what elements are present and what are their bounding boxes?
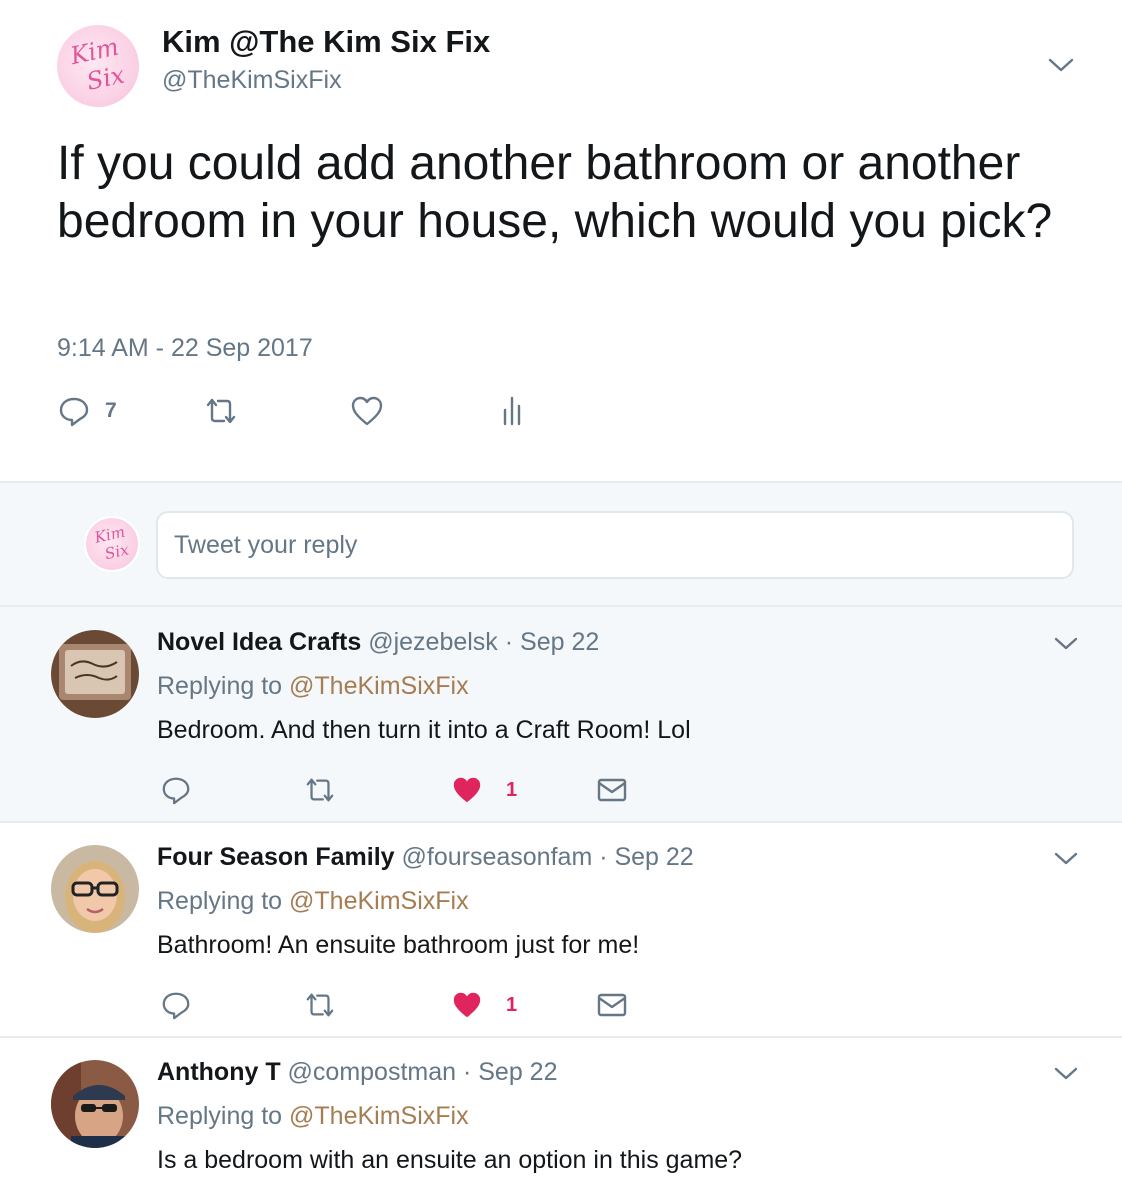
heart-filled-icon <box>453 992 481 1018</box>
retweet-icon <box>306 993 334 1017</box>
chevron-down-icon[interactable] <box>1046 55 1076 75</box>
chevron-down-icon[interactable] <box>1052 850 1080 868</box>
avatar[interactable] <box>51 1060 139 1148</box>
chevron-down-icon[interactable] <box>1052 635 1080 653</box>
anthony-t-avatar <box>51 1060 139 1148</box>
like-count: 1 <box>506 778 518 801</box>
author-handle[interactable]: @TheKimSixFix <box>162 66 342 95</box>
mention-link[interactable]: @TheKimSixFix <box>289 887 469 915</box>
replying-to: Replying to @TheKimSixFix <box>157 672 469 701</box>
reply-button[interactable] <box>160 987 192 1023</box>
direct-message-button[interactable] <box>596 987 628 1023</box>
tweet-actions: 7 <box>57 393 557 429</box>
reply-actions: 1 <box>160 987 640 1021</box>
reply-header: Novel Idea Crafts @jezebelsk · Sep 22 <box>157 628 599 657</box>
envelope-icon <box>597 993 627 1017</box>
mention-link[interactable]: @TheKimSixFix <box>289 672 469 700</box>
reply-tweet[interactable]: Anthony T @compostman · Sep 22 Replying … <box>0 1038 1122 1200</box>
reply-count: 7 <box>105 399 117 422</box>
replying-to: Replying to @TheKimSixFix <box>157 1102 469 1131</box>
reply-composer: Kim Six <box>0 481 1122 607</box>
retweet-icon <box>206 398 236 424</box>
reply-header: Four Season Family @fourseasonfam · Sep … <box>157 843 694 872</box>
chevron-down-icon[interactable] <box>1052 1065 1080 1083</box>
reply-text: Is a bedroom with an ensuite an option i… <box>157 1146 743 1174</box>
like-button[interactable]: 1 <box>450 772 517 808</box>
reply-input[interactable] <box>156 511 1074 579</box>
novel-idea-crafts-avatar <box>51 630 139 718</box>
retweet-icon <box>306 778 334 802</box>
reply-handle-date[interactable]: @compostman · Sep 22 <box>288 1058 558 1086</box>
retweet-button[interactable] <box>302 772 338 808</box>
replying-to-label: Replying to <box>157 1102 290 1130</box>
reply-author-name[interactable]: Four Season Family <box>157 843 395 871</box>
reply-author-name[interactable]: Anthony T <box>157 1058 281 1086</box>
reply-icon <box>59 397 89 427</box>
envelope-icon <box>597 778 627 802</box>
retweet-button[interactable] <box>302 987 338 1023</box>
reply-icon <box>162 777 190 805</box>
reply-button[interactable]: 7 <box>57 393 117 429</box>
reply-handle-date[interactable]: @fourseasonfam · Sep 22 <box>402 843 694 871</box>
reply-tweet[interactable]: Novel Idea Crafts @jezebelsk · Sep 22 Re… <box>0 607 1122 823</box>
author-name[interactable]: Kim @The Kim Six Fix <box>162 24 490 60</box>
main-tweet: Kim Six Kim @The Kim Six Fix @TheKimSixF… <box>0 0 1122 480</box>
like-button[interactable]: 1 <box>450 987 517 1023</box>
analytics-icon <box>503 396 521 426</box>
reply-text: Bathroom! An ensuite bathroom just for m… <box>157 931 640 959</box>
avatar[interactable] <box>51 845 139 933</box>
replying-to: Replying to @TheKimSixFix <box>157 887 469 916</box>
avatar[interactable] <box>51 630 139 718</box>
avatar: Kim Six <box>84 516 140 572</box>
replying-to-label: Replying to <box>157 887 290 915</box>
reply-actions: 1 <box>160 772 640 806</box>
replying-to-label: Replying to <box>157 672 290 700</box>
reply-author-name[interactable]: Novel Idea Crafts <box>157 628 361 656</box>
reply-text: Bedroom. And then turn it into a Craft R… <box>157 716 691 744</box>
heart-icon <box>351 396 383 426</box>
reply-tweet[interactable]: Four Season Family @fourseasonfam · Sep … <box>0 823 1122 1038</box>
reply-header: Anthony T @compostman · Sep 22 <box>157 1058 558 1087</box>
kim-six-logo: Kim Six <box>92 523 131 563</box>
analytics-button[interactable] <box>497 393 527 429</box>
tweet-timestamp[interactable]: 9:14 AM - 22 Sep 2017 <box>57 334 313 363</box>
like-button[interactable] <box>349 393 385 429</box>
like-count: 1 <box>506 993 518 1016</box>
direct-message-button[interactable] <box>596 772 628 808</box>
retweet-button[interactable] <box>202 393 240 429</box>
mention-link[interactable]: @TheKimSixFix <box>289 1102 469 1130</box>
heart-filled-icon <box>453 777 481 803</box>
four-season-family-avatar <box>51 845 139 933</box>
reply-button[interactable] <box>160 772 192 808</box>
tweet-text: If you could add another bathroom or ano… <box>57 137 1053 248</box>
avatar[interactable]: Kim Six <box>57 25 139 107</box>
kim-six-logo: Kim Six <box>67 33 127 96</box>
reply-icon <box>162 992 190 1020</box>
reply-handle-date[interactable]: @jezebelsk · Sep 22 <box>368 628 599 656</box>
